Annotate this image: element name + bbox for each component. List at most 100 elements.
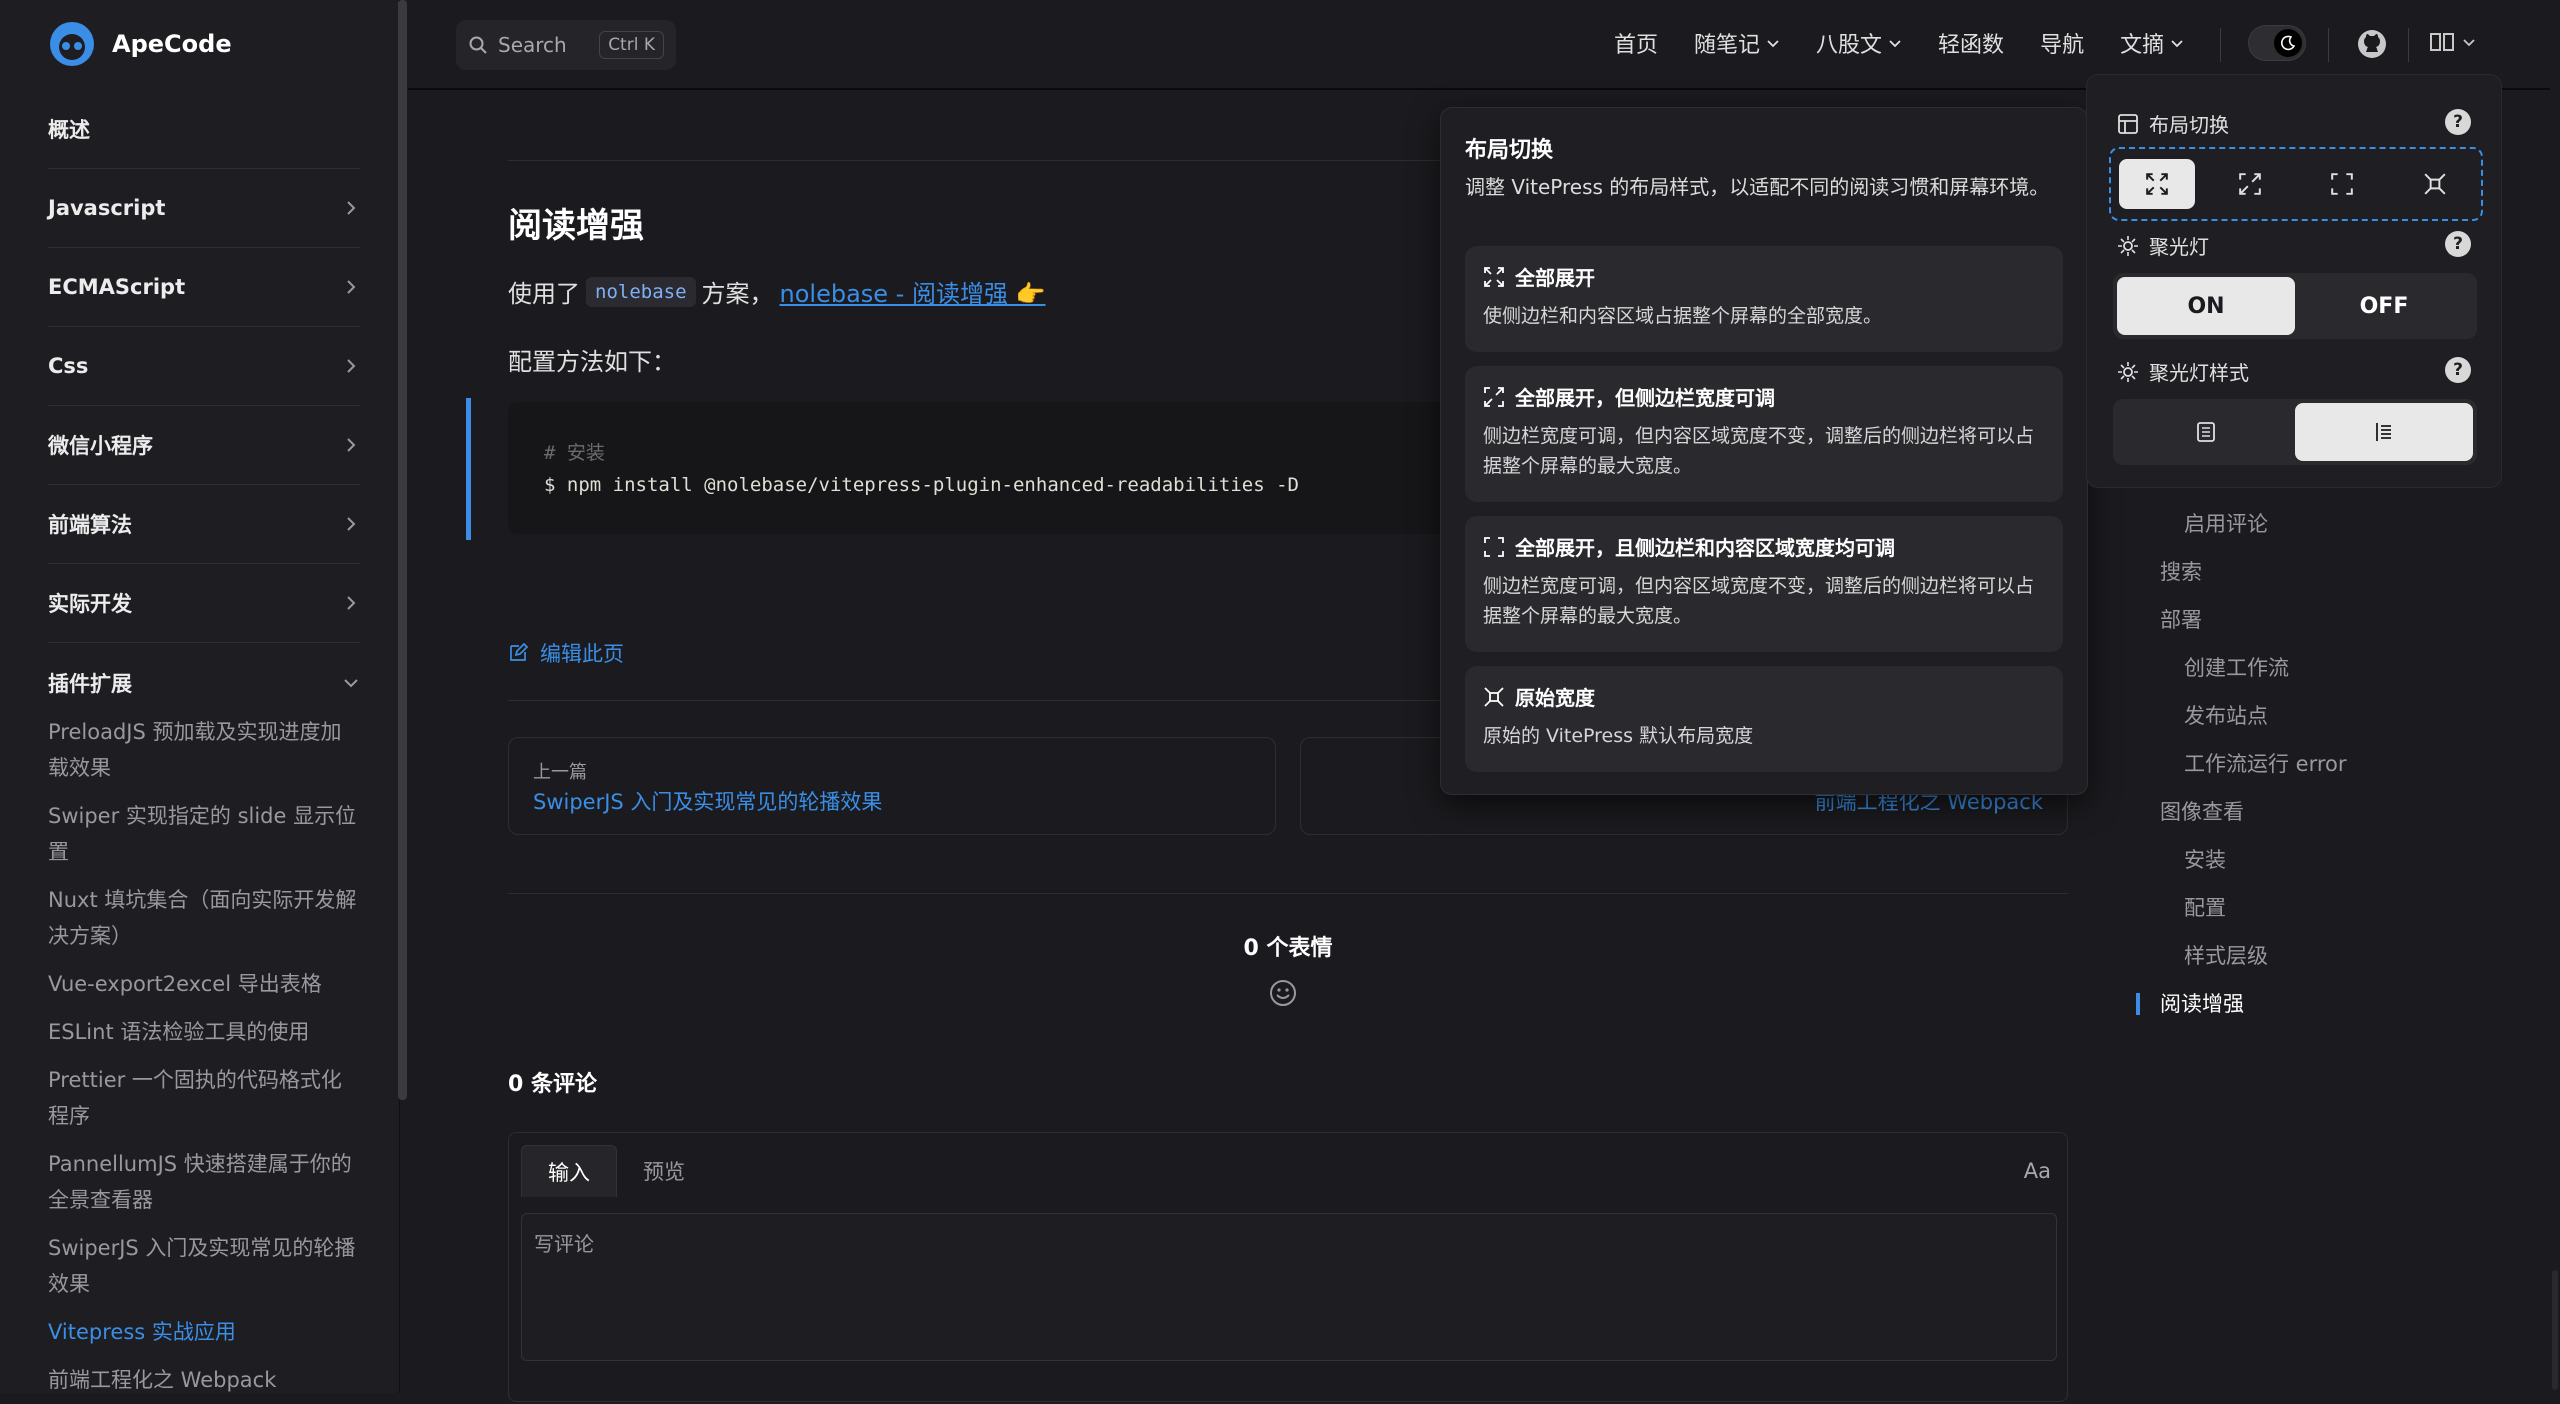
outline-label: 创建工作流 [2184, 656, 2289, 680]
sidebar-item-label: 实际开发 [48, 592, 132, 616]
sidebar-subitem[interactable]: PannellumJS 快速搭建属于你的全景查看器 [48, 1140, 360, 1224]
divider [2220, 28, 2221, 62]
sidebar-subitem[interactable]: Prettier 一个固执的代码格式化程序 [48, 1056, 360, 1140]
edit-page-link[interactable]: 编辑此页 [508, 638, 624, 668]
expand-sidebar-adjustable-icon [2238, 173, 2261, 195]
nav-digest[interactable]: 文摘 [2120, 27, 2184, 59]
layout-help-icon[interactable]: ? [2445, 109, 2471, 135]
font-toggle-button[interactable]: Aa [2024, 1159, 2051, 1183]
sidebar-subitem[interactable]: Swiper 实现指定的 slide 显示位置 [48, 792, 360, 876]
tab-input[interactable]: 输入 [521, 1145, 617, 1197]
outline-item[interactable]: 部署 [2160, 596, 2347, 644]
spotlight-style-row: 聚光灯样式 [2117, 357, 2249, 386]
spotlight-label: 聚光灯 [2149, 235, 2209, 259]
github-icon[interactable] [2356, 28, 2388, 60]
outline-item[interactable]: 发布站点 [2160, 692, 2347, 740]
chevron-right-icon [347, 517, 356, 531]
code-accent-bar [466, 398, 471, 540]
spotlight-icon [2118, 361, 2138, 382]
add-reaction-icon[interactable] [1268, 978, 1298, 1008]
reactions-count: 0 个表情 [1243, 936, 1333, 961]
sidebar-item-ecmascript[interactable]: ECMAScript [48, 248, 360, 327]
prev-title: SwiperJS 入门及实现常见的轮播效果 [533, 790, 883, 814]
sidebar-subitem[interactable]: ESLint 语法检验工具的使用 [48, 1008, 360, 1056]
prev-page-link[interactable]: 上一篇 SwiperJS 入门及实现常见的轮播效果 [508, 737, 1276, 835]
comment-input[interactable]: 写评论 [521, 1213, 2057, 1361]
outline-item-active[interactable]: 阅读增强 [2136, 980, 2347, 1028]
sidebar-item-javascript[interactable]: Javascript [48, 169, 360, 248]
expand-all-icon [1484, 266, 1504, 287]
sidebar-subitem[interactable]: PreloadJS 预加载及实现进度加载效果 [48, 708, 360, 792]
sidebar-subitem[interactable]: SwiperJS 入门及实现常见的轮播效果 [48, 1224, 360, 1308]
spotlight-on-button[interactable]: ON [2117, 277, 2295, 335]
spotlight-toggle: ON OFF [2113, 273, 2477, 339]
nolebase-link[interactable]: nolebase - 阅读增强 👉 [780, 274, 1046, 309]
outline-item[interactable]: 配置 [2160, 884, 2347, 932]
sidebar-subitem-active[interactable]: Vitepress 实战应用 [48, 1308, 360, 1356]
original-width-icon [1484, 686, 1504, 707]
spotlight-help-icon[interactable]: ? [2445, 231, 2471, 257]
outline-item[interactable]: 搜索 [2160, 548, 2347, 596]
card-body: 侧边栏宽度可调，但内容区域宽度不变，调整后的侧边栏将可以占据整个屏幕的最大宽度。 [1483, 575, 2035, 627]
layout-expand-sidebar-button[interactable] [2212, 159, 2288, 209]
spotlight-style-block-button[interactable] [2117, 403, 2295, 461]
popover-description: 调整 VitePress 的布局样式，以适配不同的阅读习惯和屏幕环境。 [1465, 175, 2050, 199]
sidebar-item-label: 前端算法 [48, 513, 132, 537]
outline-item[interactable]: 图像查看 [2160, 788, 2347, 836]
divider [2328, 28, 2329, 62]
sidebar-subitem[interactable]: Vue-export2excel 导出表格 [48, 960, 360, 1008]
reading-mode-menu[interactable] [2428, 28, 2476, 56]
nav-label: 文摘 [2120, 33, 2165, 58]
spotlight-row: 聚光灯 [2117, 231, 2209, 260]
page-scrollbar-track [2550, 0, 2560, 1393]
theme-toggle[interactable] [2248, 25, 2306, 61]
spotlight-style-help-icon[interactable]: ? [2445, 357, 2471, 383]
sidebar-subitem[interactable]: Nuxt 填坑集合（面向实际开发解决方案） [48, 876, 360, 960]
card-body: 侧边栏宽度可调，但内容区域宽度不变，调整后的侧边栏将可以占据整个屏幕的最大宽度。 [1483, 425, 2035, 477]
page-outline: 启用评论搜索部署创建工作流发布站点 工作流运行 error 图像查看 安装 配置 样式层级… [2136, 500, 2347, 1028]
tab-preview[interactable]: 预览 [617, 1145, 711, 1197]
layout-expand-both-button[interactable] [2304, 159, 2380, 209]
outline-item[interactable]: 工作流运行 error [2160, 740, 2347, 788]
outline-label: 阅读增强 [2160, 992, 2244, 1016]
chevron-right-icon [347, 438, 356, 452]
expand-all-icon [2146, 173, 2169, 195]
outline-item[interactable]: 安装 [2160, 836, 2347, 884]
outline-item[interactable]: 样式层级 [2160, 932, 2347, 980]
expand-sidebar-adjustable-icon [1484, 386, 1504, 407]
layout-option-card: 原始宽度 原始的 VitePress 默认布局宽度 [1465, 666, 2063, 772]
layout-option-card: 全部展开，且侧边栏和内容区域宽度均可调 侧边栏宽度可调，但内容区域宽度不变，调整… [1465, 516, 2063, 652]
spotlight-style-line-button[interactable] [2295, 403, 2473, 461]
sidebar-item-practice[interactable]: 实际开发 [48, 564, 360, 643]
sidebar-item-algorithms[interactable]: 前端算法 [48, 485, 360, 564]
original-width-icon [2424, 173, 2446, 195]
expand-both-adjustable-icon [2331, 173, 2354, 195]
spotlight-off-button[interactable]: OFF [2295, 277, 2473, 335]
sidebar-item-overview[interactable]: 概述 [48, 90, 360, 169]
page-scrollbar-thumb[interactable] [2552, 1270, 2558, 1390]
chevron-down-icon [344, 678, 358, 687]
text-block-icon [2197, 422, 2215, 442]
card-body: 使侧边栏和内容区域占据整个屏幕的全部宽度。 [1483, 305, 1883, 327]
brand-name: ApeCode [112, 30, 232, 58]
outline-label: 搜索 [2160, 560, 2202, 584]
outline-item[interactable]: 启用评论 [2160, 500, 2347, 548]
sidebar-item-miniprogram[interactable]: 微信小程序 [48, 406, 360, 485]
sidebar-sublist: PreloadJS 预加载及实现进度加载效果 Swiper 实现指定的 slid… [48, 708, 360, 1404]
layout-original-button[interactable] [2397, 159, 2473, 209]
code-command: $ npm install @nolebase/vitepress-plugin… [544, 474, 1299, 496]
code-comment: # 安装 [544, 442, 605, 464]
sidebar-item-label: Css [48, 354, 89, 378]
outline-item[interactable]: 创建工作流 [2160, 644, 2347, 692]
layout-expand-all-button[interactable] [2119, 159, 2196, 209]
intro-paragraph: 使用了 nolebase 方案， nolebase - 阅读增强 👉 [508, 274, 1045, 309]
layout-mode-group [2109, 147, 2483, 221]
sidebar-subitem[interactable]: 前端工程化之 Webpack [48, 1356, 360, 1404]
comment-tabs: 输入 预览 [521, 1145, 711, 1197]
sidebar-scrollbar[interactable] [398, 0, 407, 1100]
outline-label: 部署 [2160, 608, 2202, 632]
prev-label: 上一篇 [533, 762, 587, 783]
apecode-logo-icon [50, 22, 94, 66]
brand[interactable]: ApeCode [48, 18, 232, 70]
sidebar-item-css[interactable]: Css [48, 327, 360, 406]
